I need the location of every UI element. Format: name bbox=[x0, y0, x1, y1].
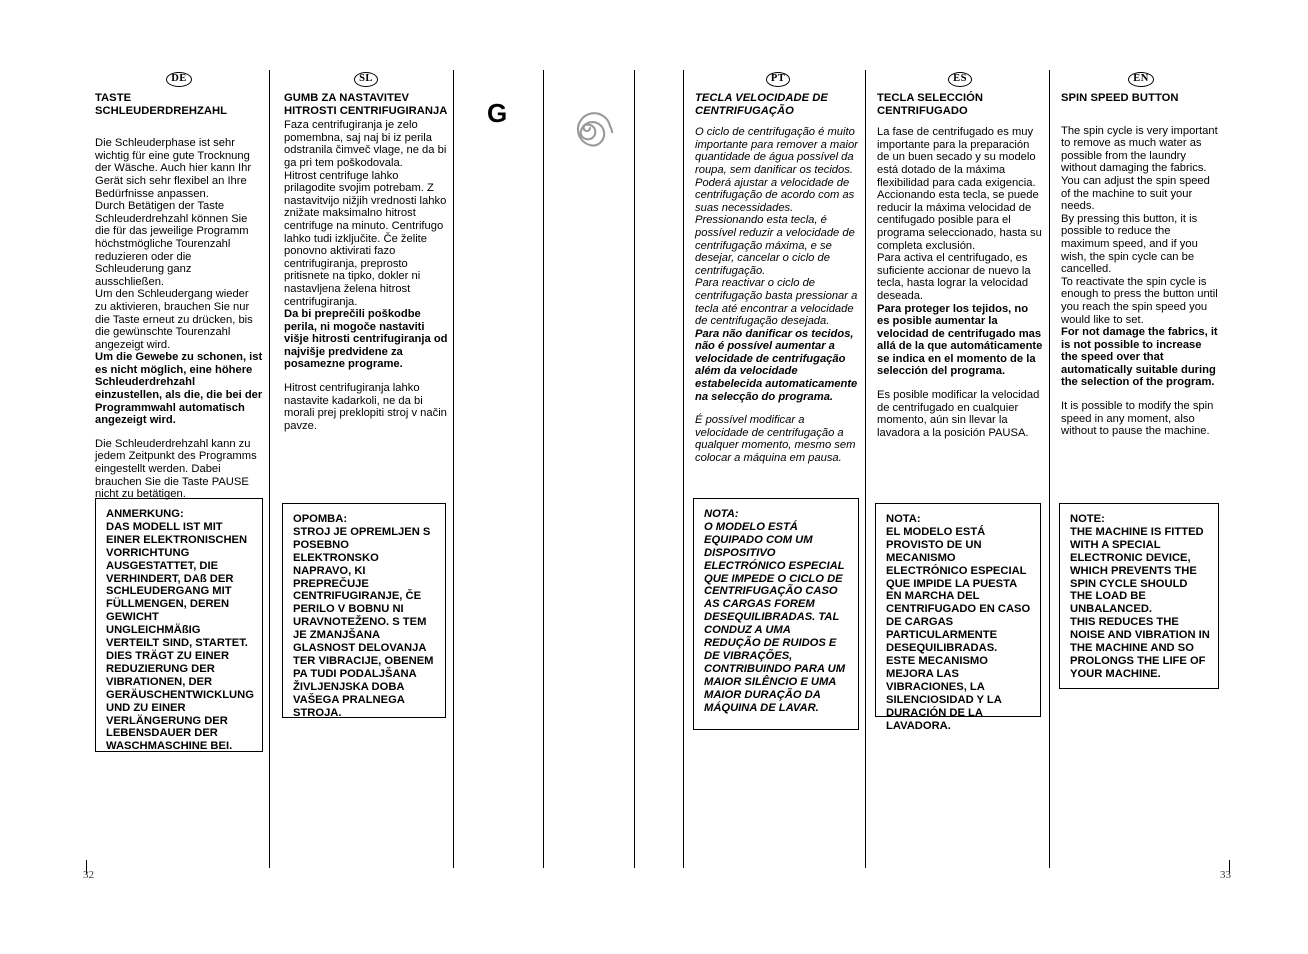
page-number-left: 32 bbox=[83, 869, 94, 881]
note-box-pt: NOTA: O MODELO ESTÁ EQUIPADO COM UM DISP… bbox=[693, 498, 859, 730]
note-box-de: ANMERKUNG: DAS MODELL IST MIT EINER ELEK… bbox=[95, 498, 263, 752]
spiral-spin-icon bbox=[562, 100, 618, 156]
column-divider-6 bbox=[865, 70, 866, 868]
note-text-es: NOTA: EL MODELO ESTÁ PROVISTO DE UN MECA… bbox=[886, 513, 1031, 732]
language-badge-en: EN bbox=[1061, 70, 1221, 87]
language-badge-sl: SL bbox=[284, 70, 448, 87]
note-box-en: NOTE: THE MACHINE IS FITTED WITH A SPECI… bbox=[1059, 503, 1219, 689]
note-text-de: ANMERKUNG: DAS MODELL IST MIT EINER ELEK… bbox=[106, 508, 254, 753]
column-divider-5 bbox=[683, 70, 684, 868]
column-divider-1 bbox=[269, 70, 270, 868]
paragraph-sl-2: Da bi preprečili poškodbe perila, ni mog… bbox=[284, 308, 448, 371]
paragraph-de-3: Die Schleuderdrehzahl kann zu jedem Zeit… bbox=[95, 437, 257, 501]
paragraph-es-3: Es posible modificar la velocidad de cen… bbox=[877, 389, 1040, 439]
paragraph-pt-3: É possível modificar a velocidade de cen… bbox=[695, 414, 856, 465]
paragraph-en-3: It is possible to modify the spin speed … bbox=[1061, 400, 1214, 438]
note-text-sl: OPOMBA: STROJ JE OPREMLJEN S POSEBNO ELE… bbox=[293, 513, 434, 719]
column-heading-sl: GUMB ZA NASTAVITEV HITROSTI CENTRIFUGIRA… bbox=[284, 92, 448, 117]
paragraph-de-2: Um die Gewebe zu schonen, ist es nicht m… bbox=[95, 351, 263, 427]
column-heading-pt: TECLA VELOCIDADE DE CENTRIFUGAÇÃO bbox=[695, 92, 828, 117]
language-column-sl: SL GUMB ZA NASTAVITEV HITROSTI CENTRIFUG… bbox=[284, 70, 448, 432]
paragraph-de-1: Die Schleuderphase ist sehr wichtig für … bbox=[95, 137, 253, 351]
manual-page-spread: G DE TASTE SCHLEUDERDREHZAHL Die Schleud… bbox=[0, 0, 1308, 954]
panel-reference-letter-g: G bbox=[487, 98, 508, 128]
note-text-en: NOTE: THE MACHINE IS FITTED WITH A SPECI… bbox=[1070, 513, 1210, 680]
column-divider-4 bbox=[634, 70, 635, 868]
paragraph-es-2: Para proteger los tejidos, no es posible… bbox=[877, 302, 1043, 378]
language-column-de: DE TASTE SCHLEUDERDREHZAHL Die Schleuder… bbox=[95, 70, 263, 501]
column-divider-3 bbox=[543, 70, 544, 868]
column-divider-7 bbox=[1049, 70, 1050, 868]
language-column-en: EN SPIN SPEED BUTTON The spin cycle is v… bbox=[1061, 70, 1221, 438]
column-heading-es: TECLA SELECCIÓN CENTRIFUGADO bbox=[877, 92, 983, 117]
paragraph-sl-1: Faza centrifugiranja je zelo pomembna, s… bbox=[284, 119, 447, 308]
column-heading-de: TASTE SCHLEUDERDREHZAHL bbox=[95, 92, 227, 117]
language-badge-de: DE bbox=[95, 70, 263, 87]
note-box-sl: OPOMBA: STROJ JE OPREMLJEN S POSEBNO ELE… bbox=[282, 503, 446, 719]
paragraph-en-2: For not damage the fabrics, it is not po… bbox=[1061, 326, 1218, 389]
paragraph-pt-2: Para não danificar os tecidos, não é pos… bbox=[695, 327, 858, 403]
language-column-es: ES TECLA SELECCIÓN CENTRIFUGADO La fase … bbox=[877, 70, 1043, 439]
page-number-right: 33 bbox=[1220, 869, 1231, 881]
paragraph-sl-3: Hitrost centrifugiranja lahko nastavite … bbox=[284, 382, 447, 432]
language-column-pt: PT TECLA VELOCIDADE DE CENTRIFUGAÇÃO O c… bbox=[695, 70, 861, 465]
paragraph-es-1: La fase de centrifugado es muy important… bbox=[877, 126, 1042, 302]
language-badge-es: ES bbox=[877, 70, 1043, 87]
language-badge-pt: PT bbox=[695, 70, 861, 87]
paragraph-en-1: The spin cycle is very important to remo… bbox=[1061, 124, 1218, 326]
paragraph-pt-1: O ciclo de centrifugação é muito importa… bbox=[695, 126, 858, 328]
column-heading-en: SPIN SPEED BUTTON bbox=[1061, 92, 1179, 104]
column-divider-2 bbox=[453, 70, 454, 868]
note-text-pt: NOTA: O MODELO ESTÁ EQUIPADO COM UM DISP… bbox=[704, 508, 846, 714]
note-box-es: NOTA: EL MODELO ESTÁ PROVISTO DE UN MECA… bbox=[875, 503, 1041, 732]
